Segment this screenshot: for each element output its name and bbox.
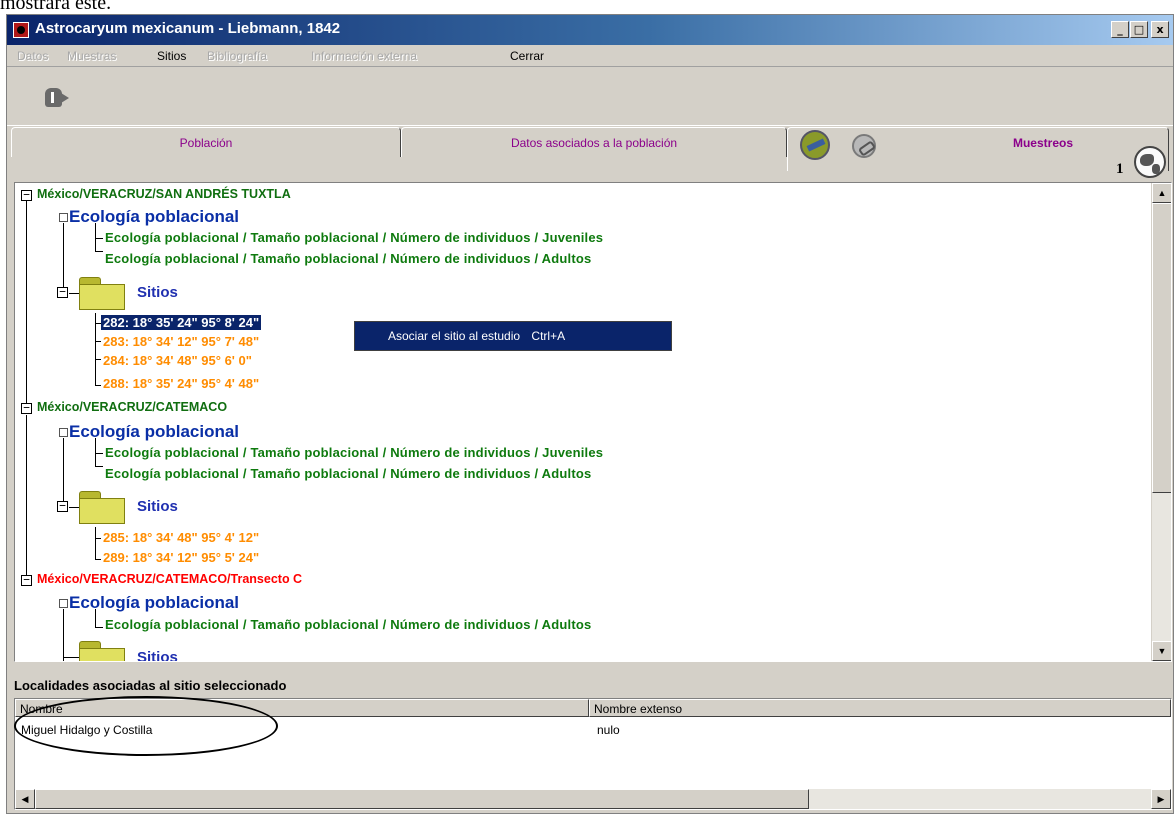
scroll-right-button[interactable]: ▶ [1151, 789, 1171, 809]
menu-datos[interactable]: Datos [17, 49, 48, 63]
scroll-thumb[interactable] [35, 789, 809, 809]
tree-site-selected[interactable]: 282: 18° 35' 24" 95° 8' 24" [101, 315, 262, 330]
collapse-icon[interactable]: − [57, 500, 68, 512]
grid-horizontal-scrollbar[interactable]: ◀ ▶ [15, 789, 1171, 809]
context-menu-label: Asociar el sitio al estudio [388, 329, 521, 343]
tree-content: − México/VERACRUZ/SAN ANDRÉS TUXTLA Ecol… [15, 183, 1147, 661]
tree-path-item[interactable]: Ecología poblacional / Tamaño poblaciona… [105, 445, 603, 460]
node-connector-icon [59, 599, 68, 608]
tree-site-item[interactable]: 283: 18° 34' 12" 95° 7' 48" [103, 334, 259, 349]
scroll-up-button[interactable]: ▲ [1152, 183, 1171, 203]
tree-path-item[interactable]: Ecología poblacional / Tamaño poblaciona… [105, 617, 591, 632]
refresh-icon[interactable] [800, 130, 830, 160]
toolbar [7, 68, 1173, 126]
tree-site-item[interactable]: 284: 18° 34' 48" 95° 6' 0" [103, 353, 252, 368]
node-connector-icon [59, 428, 68, 437]
title-bar[interactable]: Astrocaryum mexicanum - Liebmann, 1842 _… [7, 15, 1173, 45]
globe-icon[interactable] [1134, 146, 1166, 178]
tree-site-item[interactable]: 289: 18° 34' 12" 95° 5' 24" [103, 550, 259, 565]
column-header-nombre-extenso[interactable]: Nombre extenso [589, 699, 1171, 717]
tree-location[interactable]: México/VERACRUZ/SAN ANDRÉS TUXTLA [37, 187, 291, 201]
badge-number: 1 [1116, 161, 1124, 177]
menu-muestras[interactable]: Muestras [67, 49, 116, 63]
scroll-thumb[interactable] [1152, 203, 1171, 493]
tree-location[interactable]: México/VERACRUZ/CATEMACO/Transecto C [37, 572, 302, 586]
menu-bibliografia[interactable]: Bibliografía [207, 49, 267, 63]
link-icon[interactable] [852, 134, 876, 158]
tree-view[interactable]: − México/VERACRUZ/SAN ANDRÉS TUXTLA Ecol… [14, 182, 1172, 662]
tab-datos-asociados[interactable]: Datos asociados a la población [401, 127, 787, 157]
scroll-left-button[interactable]: ◀ [15, 789, 35, 809]
node-connector-icon [59, 213, 68, 222]
tab-poblacion[interactable]: Población [11, 127, 401, 157]
close-button[interactable]: x [1151, 21, 1169, 38]
tree-site-item[interactable]: 288: 18° 35' 24" 95° 4' 48" [103, 376, 259, 391]
collapse-icon[interactable]: − [21, 574, 32, 586]
tree-path-item[interactable]: Ecología poblacional / Tamaño poblaciona… [105, 230, 603, 245]
localities-title: Localidades asociadas al sitio seleccion… [14, 678, 287, 693]
menu-informacion-externa[interactable]: Información externa [311, 49, 417, 63]
scroll-down-button[interactable]: ▼ [1152, 641, 1171, 661]
folder-icon [79, 491, 125, 525]
tab-muestreos[interactable]: Muestreos [787, 127, 1169, 171]
tree-sitios-node[interactable]: Sitios [137, 498, 178, 515]
minimize-button[interactable]: _ [1111, 21, 1129, 38]
context-menu-item-asociar[interactable]: Asociar el sitio al estudio Ctrl+A [388, 329, 565, 343]
app-icon[interactable] [13, 22, 29, 38]
tree-vertical-scrollbar[interactable]: ▲ ▼ [1151, 183, 1171, 661]
collapse-icon[interactable]: − [21, 189, 32, 201]
tree-location[interactable]: México/VERACRUZ/CATEMACO [37, 400, 227, 414]
cell-nombre-extenso: nulo [597, 723, 620, 737]
tree-path-item[interactable]: Ecología poblacional / Tamaño poblaciona… [105, 466, 591, 481]
tree-sitios-node[interactable]: Sitios [137, 649, 178, 661]
menu-sitios[interactable]: Sitios [157, 49, 186, 63]
exit-arrow-icon [61, 93, 69, 103]
menu-bar: Datos Muestras Sitios Bibliografía Infor… [7, 45, 1173, 67]
context-menu-shortcut: Ctrl+A [531, 329, 566, 343]
context-menu: Asociar el sitio al estudio Ctrl+A [354, 321, 672, 351]
collapse-icon[interactable]: − [57, 286, 68, 298]
exit-door-icon [45, 88, 62, 107]
folder-icon [79, 277, 125, 311]
annotation-ellipse [14, 696, 278, 756]
tab-strip: Población Datos asociados a la población… [7, 127, 1173, 171]
tree-sitios-node[interactable]: Sitios [137, 284, 178, 301]
menu-cerrar[interactable]: Cerrar [510, 49, 544, 63]
tree-path-item[interactable]: Ecología poblacional / Tamaño poblaciona… [105, 251, 591, 266]
tree-site-item[interactable]: 285: 18° 34' 48" 95° 4' 12" [103, 530, 259, 545]
collapse-icon[interactable]: − [21, 402, 32, 414]
maximize-button[interactable]: □ [1130, 21, 1148, 38]
page-top-text: mostrará este. [0, 0, 112, 14]
exit-button[interactable] [17, 68, 75, 124]
window-title: Astrocaryum mexicanum - Liebmann, 1842 [35, 20, 341, 37]
folder-icon [79, 641, 125, 661]
